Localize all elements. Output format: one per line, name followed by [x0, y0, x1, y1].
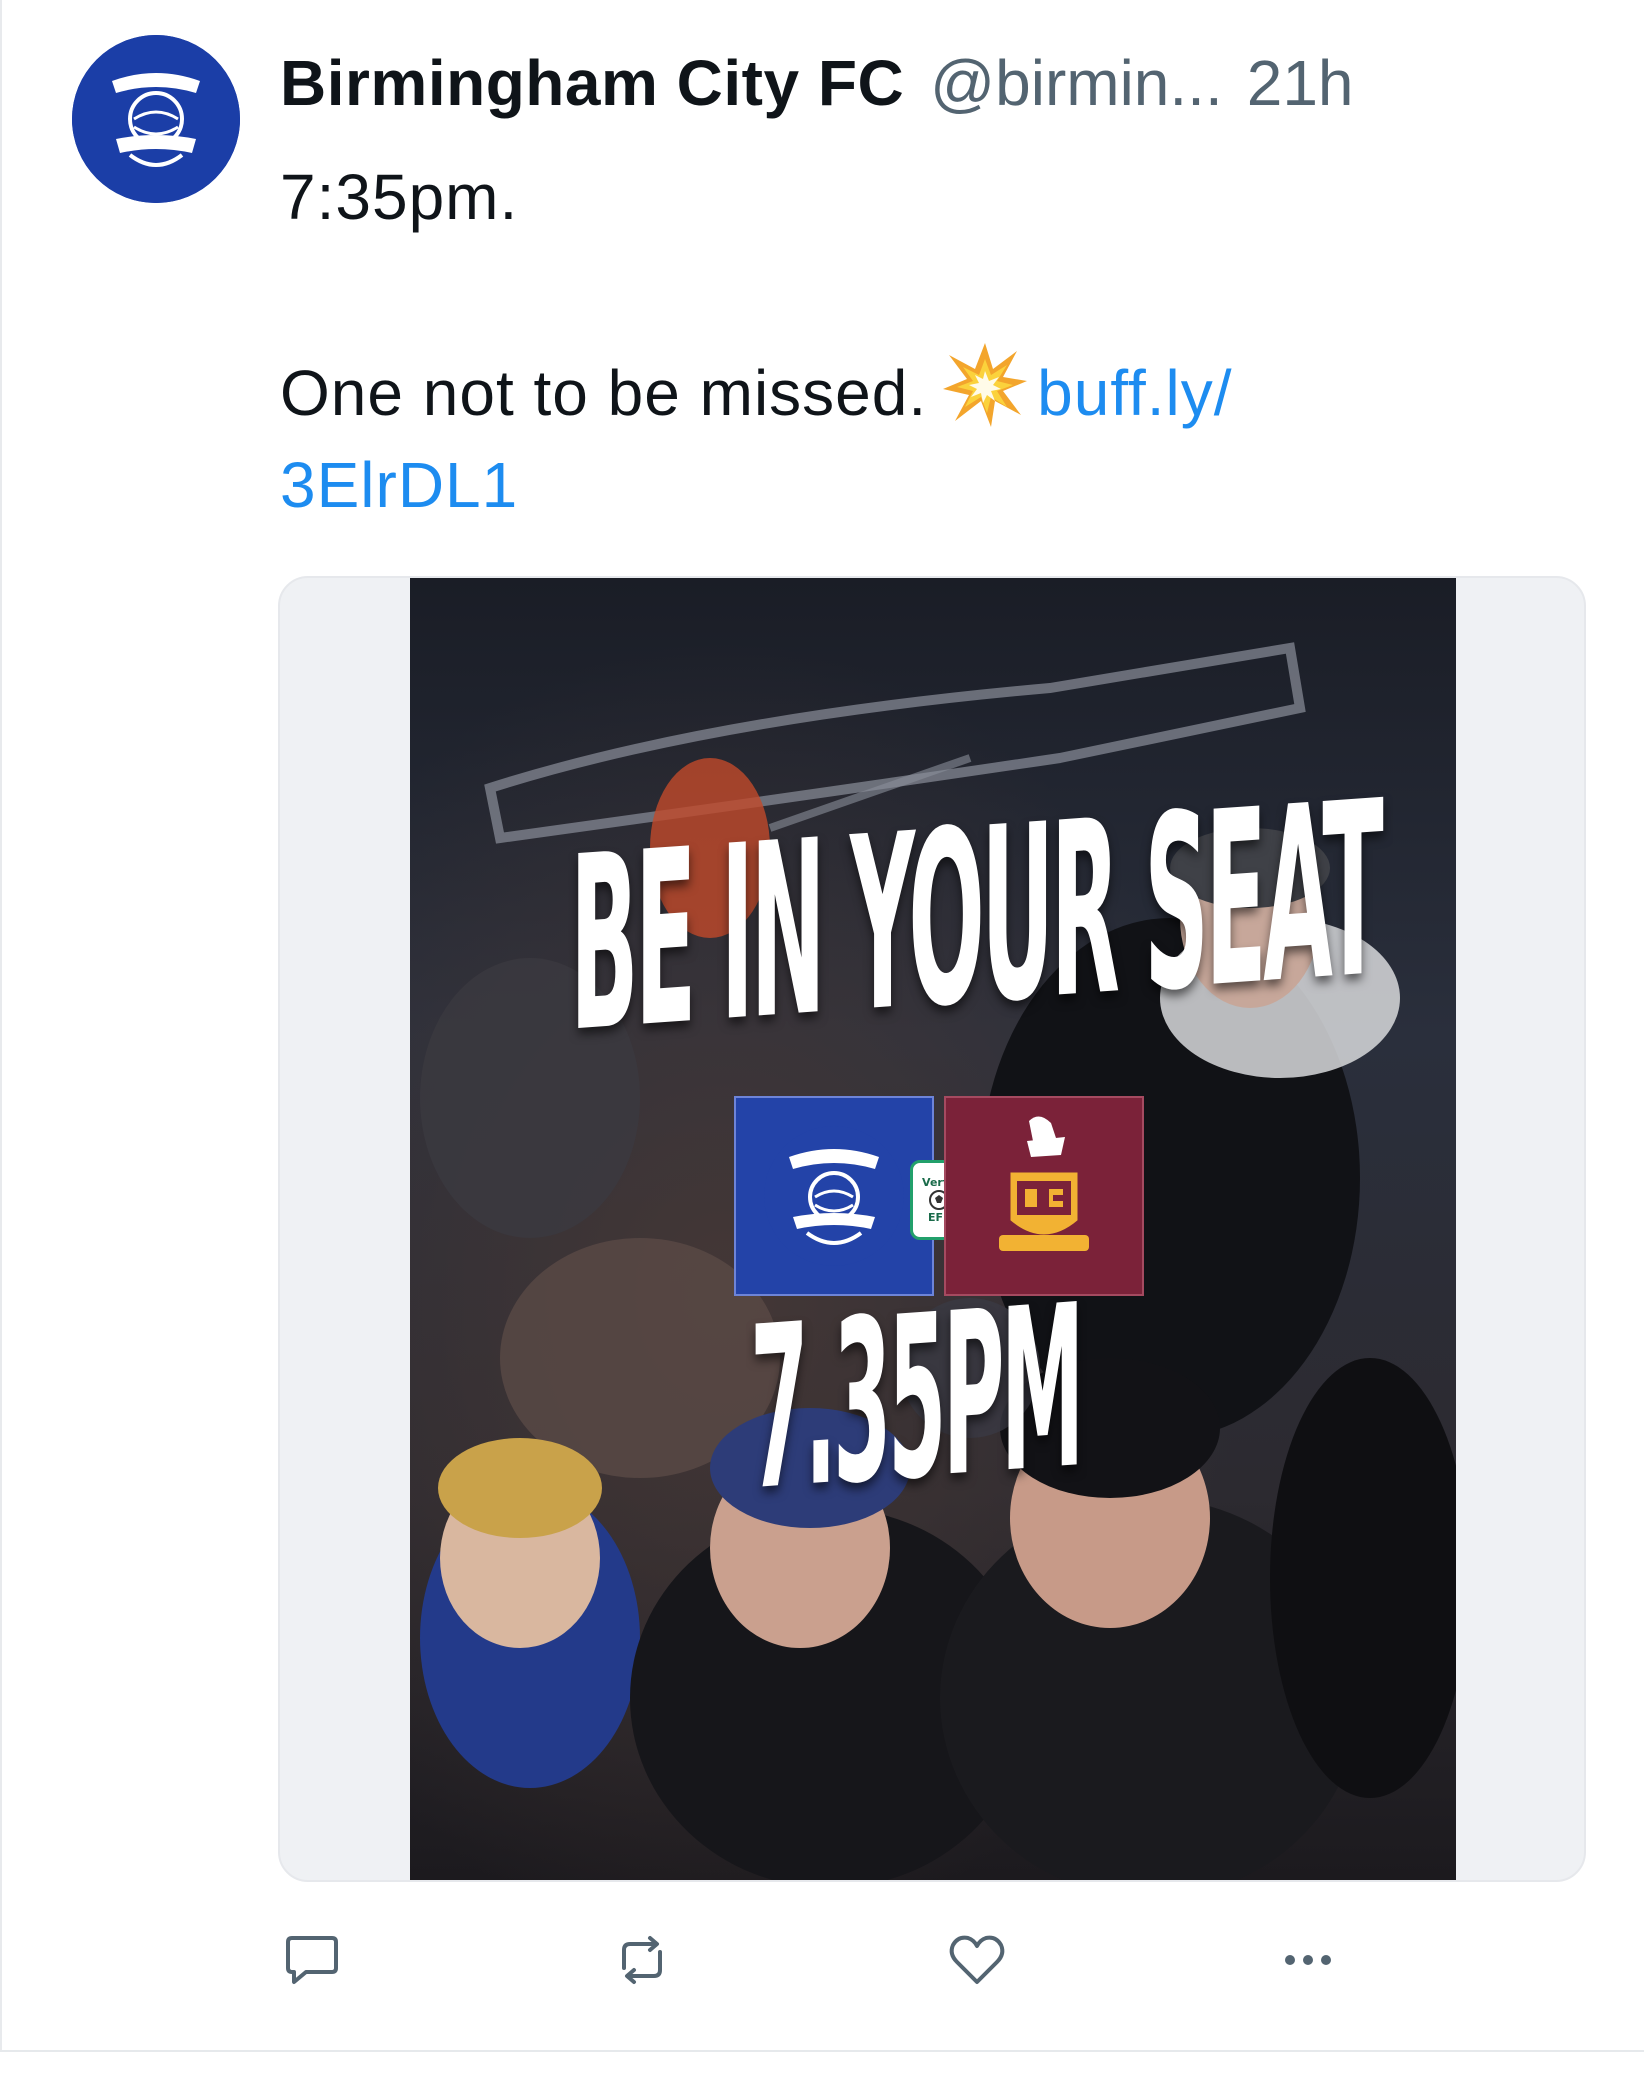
retweet-icon: [622, 1936, 662, 1984]
media-card[interactable]: BE IN YOUR SEAT Vertu EFL 7.35PM: [278, 576, 1586, 1882]
tweet-link-part-2[interactable]: 3ElrDL1: [280, 449, 518, 521]
collision-emoji-icon: [943, 343, 1028, 427]
tweet-text-line-3: 3ElrDL1: [280, 440, 1580, 530]
bottom-divider: [0, 2050, 1644, 2052]
tweet-timestamp[interactable]: 21h: [1247, 38, 1354, 128]
tweet-actions: [272, 1920, 1392, 2000]
tweet-link-part-1[interactable]: buff.ly/: [1037, 357, 1232, 429]
more-options-button[interactable]: [1268, 1920, 1348, 2000]
heart-icon: [949, 1935, 1005, 1984]
author-display-name[interactable]: Birmingham City FC: [280, 38, 904, 128]
tweet-header: Birmingham City FC @birmin... 21h: [280, 38, 1354, 128]
author-avatar[interactable]: [72, 35, 240, 203]
tweet-text-line-1: 7:35pm.: [280, 161, 519, 233]
tweet-card[interactable]: Birmingham City FC @birmin... 21h 7:35pm…: [0, 0, 1644, 2050]
tweet-text-line-2: One not to be missed. buff.ly/: [280, 341, 1580, 438]
reply-button[interactable]: [272, 1920, 352, 2000]
media-image[interactable]: BE IN YOUR SEAT Vertu EFL 7.35PM: [410, 578, 1456, 1880]
author-handle[interactable]: @birmin...: [930, 38, 1223, 128]
tweet-text-sentence: One not to be missed.: [280, 357, 928, 429]
reply-icon: [286, 1936, 338, 1984]
media-kickoff-time: 7.35PM: [750, 1257, 1081, 1542]
media-headline: BE IN YOUR SEAT: [570, 751, 1381, 1087]
birmingham-city-crest-icon: [72, 35, 240, 203]
retweet-button[interactable]: [602, 1920, 682, 2000]
like-button[interactable]: [937, 1920, 1017, 2000]
more-options-icon: [1285, 1955, 1331, 1965]
